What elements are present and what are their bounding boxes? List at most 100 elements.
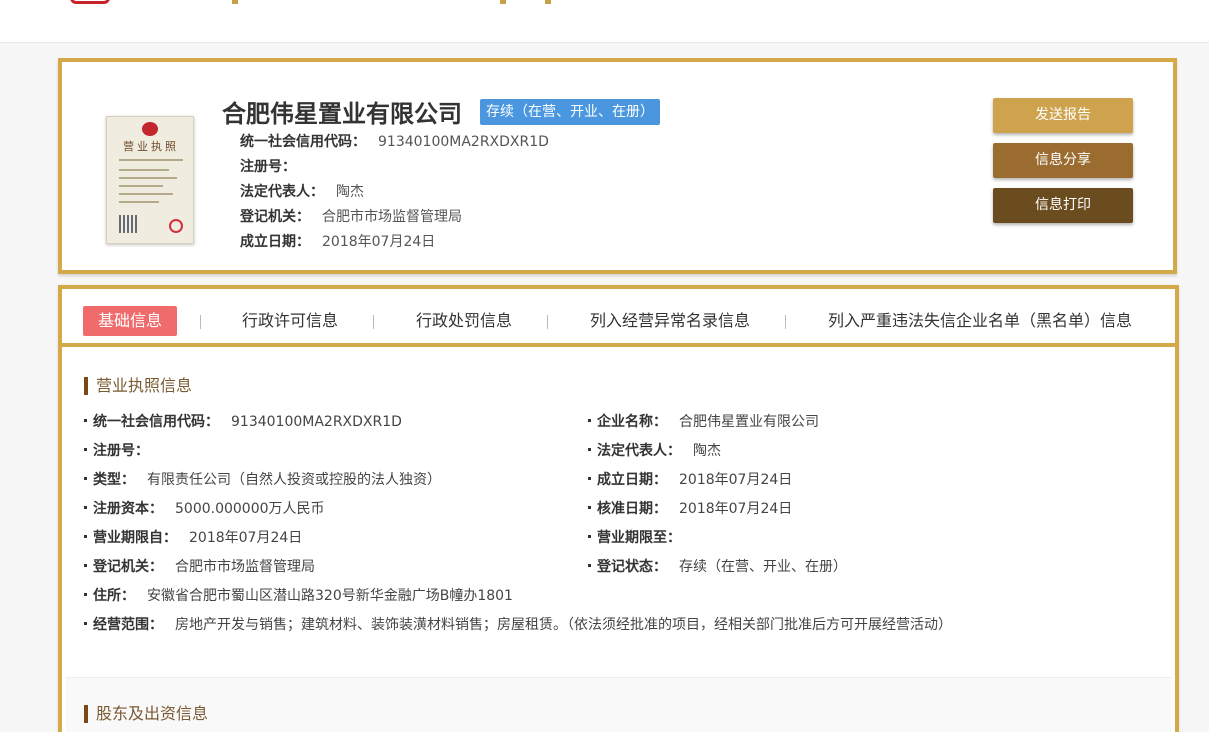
field-value: 房地产开发与销售；建筑材料、装饰装潢材料销售；房屋租赁。（依法须经批准的项目，经… (175, 617, 952, 633)
field-registration-authority: 登记机关： 合肥市市场监督管理局 (84, 557, 315, 577)
field-registered-capital: 注册资本： 5000.000000万人民币 (84, 499, 325, 519)
company-summary-card: 营业执照 合肥伟星置业有限公司 存续（在营、开业、在册） 统一社会信用代码： 91… (58, 58, 1177, 274)
field-value: 2018年07月24日 (189, 530, 303, 546)
field-business-scope: 经营范围： 房地产开发与销售；建筑材料、装饰装潢材料销售；房屋租赁。（依法须经批准… (84, 615, 952, 635)
field-value: 安徽省合肥市蜀山区潜山路320号新华金融广场B幢办1801 (147, 588, 513, 604)
header-decoration (232, 0, 238, 4)
license-thumbnail-title: 营业执照 (123, 140, 179, 153)
tab-blacklist[interactable]: 列入严重违法失信企业名单（黑名单）信息 (828, 306, 1132, 336)
header-decoration (545, 0, 551, 4)
summary-label: 法定代表人： (240, 184, 324, 200)
bullet-icon (588, 418, 591, 422)
summary-row-legal-rep: 法定代表人： 陶杰 (240, 180, 549, 205)
field-label: 注册资本： (93, 501, 163, 517)
field-value: 5000.000000万人民币 (175, 501, 325, 517)
bullet-icon (84, 621, 87, 625)
tab-separator (785, 315, 786, 329)
field-label: 登记机关： (93, 559, 163, 575)
field-registration-status: 登记状态： 存续（在营、开业、在册） (588, 557, 847, 577)
field-value: 有限责任公司（自然人投资或控股的法人独资） (147, 472, 441, 488)
company-summary-info: 统一社会信用代码： 91340100MA2RXDXR1D 注册号： 法定代表人： 陶… (240, 130, 549, 255)
field-label: 统一社会信用代码： (93, 414, 219, 430)
tab-basic-info[interactable]: 基础信息 (83, 306, 178, 336)
field-company-name: 企业名称： 合肥伟星置业有限公司 (588, 412, 819, 432)
top-header-bar (0, 0, 1209, 43)
field-label: 注册号： (93, 443, 149, 459)
bullet-icon (84, 418, 87, 422)
license-text-line (119, 193, 173, 195)
bullet-icon (84, 505, 87, 509)
bullet-icon (84, 476, 87, 480)
field-label: 法定代表人： (597, 443, 681, 459)
summary-label: 成立日期： (240, 234, 310, 250)
bullet-icon (84, 447, 87, 451)
field-label: 营业期限自： (93, 530, 177, 546)
field-reg-number: 注册号： (84, 441, 161, 461)
field-value: 91340100MA2RXDXR1D (231, 414, 402, 430)
qr-code-icon (119, 215, 137, 233)
field-approval-date: 核准日期： 2018年07月24日 (588, 499, 792, 519)
bullet-icon (588, 447, 591, 451)
print-info-button[interactable]: 信息打印 (993, 188, 1133, 223)
bullet-icon (84, 534, 87, 538)
bullet-icon (84, 592, 87, 596)
field-label: 核准日期： (597, 501, 667, 517)
tab-abnormal-operation[interactable]: 列入经营异常名录信息 (590, 306, 750, 336)
summary-value: 陶杰 (336, 184, 364, 200)
summary-row-reg-number: 注册号： (240, 155, 549, 180)
summary-value: 合肥市市场监督管理局 (322, 209, 462, 225)
field-value: 2018年07月24日 (679, 472, 793, 488)
site-logo[interactable] (70, 0, 110, 4)
field-label: 营业期限至： (597, 530, 681, 546)
summary-row-credit-code: 统一社会信用代码： 91340100MA2RXDXR1D (240, 130, 549, 155)
license-text-line (119, 185, 163, 187)
summary-value: 2018年07月24日 (322, 234, 436, 250)
field-label: 成立日期： (597, 472, 667, 488)
field-legal-representative: 法定代表人： 陶杰 (588, 441, 721, 461)
field-address: 住所： 安徽省合肥市蜀山区潜山路320号新华金融广场B幢办1801 (84, 586, 513, 606)
shareholder-section-title: 股东及出资信息 (84, 705, 208, 723)
tab-separator (547, 315, 548, 329)
bullet-icon (588, 563, 591, 567)
field-value: 陶杰 (693, 443, 721, 459)
bullet-icon (588, 476, 591, 480)
tab-bar: 基础信息 行政许可信息 行政处罚信息 列入经营异常名录信息 列入严重违法失信企业… (62, 289, 1175, 347)
status-badge: 存续（在营、开业、在册） (480, 99, 660, 125)
field-established-date: 成立日期： 2018年07月24日 (588, 470, 792, 490)
summary-row-established: 成立日期： 2018年07月24日 (240, 230, 549, 255)
license-section-title: 营业执照信息 (84, 377, 192, 395)
field-label: 住所： (93, 588, 135, 604)
national-emblem-icon (142, 122, 158, 136)
summary-label: 统一社会信用代码： (240, 134, 366, 150)
field-label: 经营范围： (93, 617, 163, 633)
field-company-type: 类型： 有限责任公司（自然人投资或控股的法人独资） (84, 470, 441, 490)
summary-label: 注册号： (240, 159, 296, 175)
tab-separator (200, 315, 201, 329)
field-term-from: 营业期限自： 2018年07月24日 (84, 528, 302, 548)
field-label: 类型： (93, 472, 135, 488)
summary-row-authority: 登记机关： 合肥市市场监督管理局 (240, 205, 549, 230)
bullet-icon (588, 505, 591, 509)
summary-label: 登记机关： (240, 209, 310, 225)
field-value: 2018年07月24日 (679, 501, 793, 517)
tab-separator (373, 315, 374, 329)
tab-admin-license[interactable]: 行政许可信息 (242, 306, 338, 336)
send-report-button[interactable]: 发送报告 (993, 98, 1133, 133)
field-label: 企业名称： (597, 414, 667, 430)
share-info-button[interactable]: 信息分享 (993, 143, 1133, 178)
field-label: 登记状态： (597, 559, 667, 575)
shareholder-section (66, 678, 1171, 732)
tab-admin-penalty[interactable]: 行政处罚信息 (416, 306, 512, 336)
company-name: 合肥伟星置业有限公司 (222, 100, 462, 128)
summary-value: 91340100MA2RXDXR1D (378, 134, 549, 150)
license-text-line (119, 169, 169, 171)
field-term-to: 营业期限至： (588, 528, 693, 548)
field-credit-code: 统一社会信用代码： 91340100MA2RXDXR1D (84, 412, 402, 432)
official-seal-icon (169, 219, 183, 233)
field-value: 合肥市市场监督管理局 (175, 559, 315, 575)
field-value: 存续（在营、开业、在册） (679, 559, 847, 575)
bullet-icon (84, 563, 87, 567)
business-license-thumbnail[interactable]: 营业执照 (106, 116, 194, 244)
header-decoration (500, 0, 506, 4)
details-panel: 基础信息 行政许可信息 行政处罚信息 列入经营异常名录信息 列入严重违法失信企业… (58, 285, 1179, 732)
